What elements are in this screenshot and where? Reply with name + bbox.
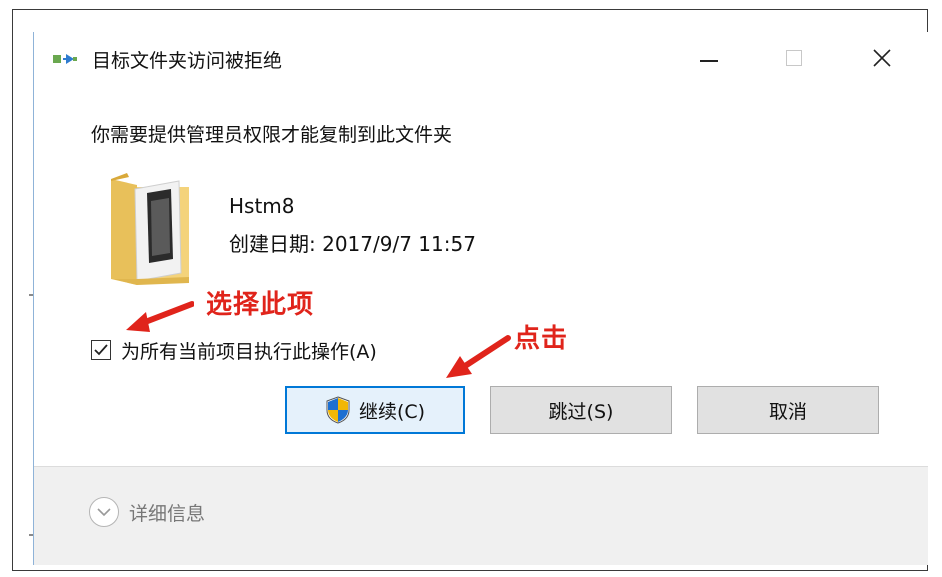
close-button[interactable]: [852, 32, 912, 84]
more-details-toggle[interactable]: 详细信息: [89, 497, 205, 527]
apply-to-all-checkbox[interactable]: [91, 340, 111, 360]
cancel-button[interactable]: 取消: [697, 386, 879, 434]
maximize-button[interactable]: [764, 32, 824, 84]
uac-shield-icon: [326, 396, 350, 424]
red-arrow-icon: [126, 301, 194, 332]
minimize-icon: [700, 60, 718, 62]
copy-to-folder-icon: [53, 54, 77, 64]
annotation-click-hint: 点击: [514, 324, 569, 354]
permission-message: 你需要提供管理员权限才能复制到此文件夹: [91, 124, 453, 146]
continue-button[interactable]: 继续(C): [285, 386, 465, 434]
item-name: Hstm8: [229, 194, 295, 218]
dialog-footer: 详细信息: [34, 467, 928, 565]
screenshot-frame: 目标文件夹访问被拒绝 你需要提供管理员权限才能复制到此文件夹 Hstm8 创建日…: [0, 0, 942, 577]
close-icon: [873, 49, 891, 67]
checkmark-icon: [94, 344, 108, 356]
apply-to-all-label[interactable]: 为所有当前项目执行此操作(A): [121, 337, 377, 364]
chevron-down-icon[interactable]: [89, 497, 119, 527]
annotation-select-hint: 选择此项: [206, 290, 315, 320]
maximize-icon: [786, 50, 802, 66]
item-created-date: 创建日期: 2017/9/7 11:57: [229, 232, 476, 256]
skip-label: 跳过(S): [548, 400, 614, 423]
access-denied-dialog: 目标文件夹访问被拒绝 你需要提供管理员权限才能复制到此文件夹 Hstm8 创建日…: [33, 32, 928, 565]
title-bar[interactable]: 目标文件夹访问被拒绝: [34, 32, 928, 84]
continue-label: 继续(C): [358, 400, 426, 423]
window-title: 目标文件夹访问被拒绝: [92, 50, 283, 72]
red-arrow-icon: [446, 335, 511, 378]
folder-icon: [111, 173, 189, 285]
skip-button[interactable]: 跳过(S): [490, 386, 672, 434]
more-details-label[interactable]: 详细信息: [129, 499, 205, 526]
apply-to-all-checkbox-row[interactable]: 为所有当前项目执行此操作(A): [91, 337, 377, 363]
minimize-button[interactable]: [679, 32, 739, 84]
cancel-label: 取消: [768, 400, 807, 423]
